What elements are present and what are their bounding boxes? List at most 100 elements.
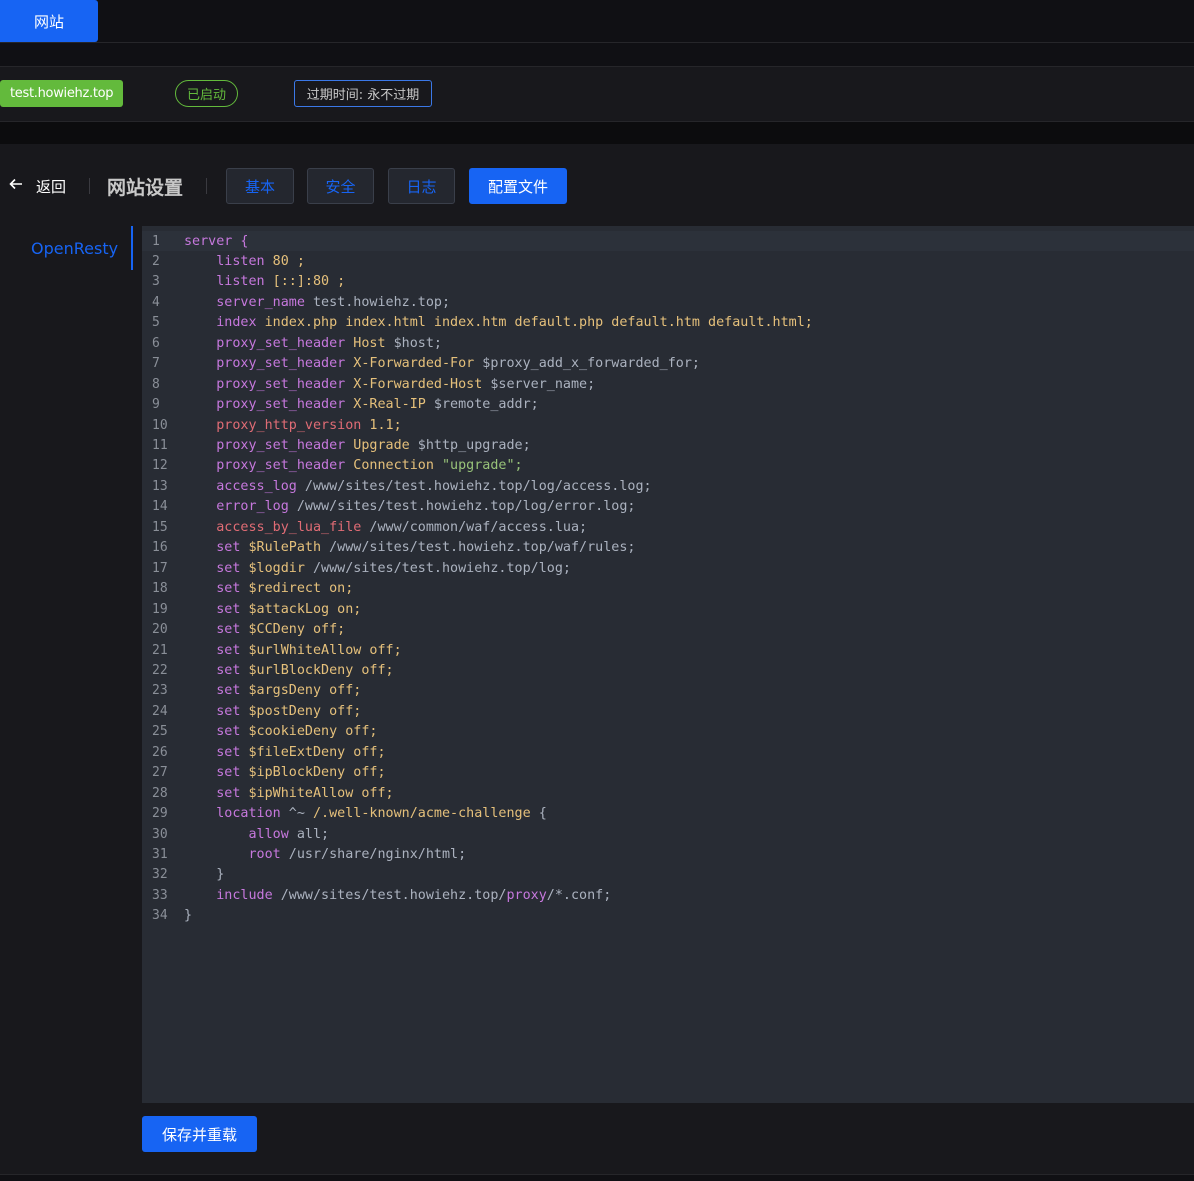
code-text: set $CCDeny off; (176, 622, 345, 637)
tab-websites[interactable]: 网站 (0, 0, 98, 42)
code-token: { (530, 806, 547, 822)
code-token: /.well-known/acme-challenge (304, 806, 531, 822)
code-token: off; (337, 724, 378, 740)
code-token: proxy_set_header (184, 335, 346, 351)
line-number: 15 (152, 519, 168, 535)
code-token: /*.conf; (546, 887, 612, 903)
expire-badge: 过期时间: 永不过期 (294, 80, 432, 107)
code-line: 3 listen [::]:80 ; (142, 272, 1194, 292)
code-token: access_log (184, 478, 297, 494)
line-number: 14 (152, 499, 168, 515)
line-number: 16 (152, 540, 168, 556)
line-number: 30 (152, 826, 168, 842)
code-token: set (184, 683, 241, 699)
code-line: 14 error_log /www/sites/test.howiehz.top… (142, 497, 1194, 517)
code-line: 8 proxy_set_header X-Forwarded-Host $ser… (142, 374, 1194, 394)
code-text: set $postDeny off; (176, 704, 361, 719)
code-token: index (184, 315, 257, 331)
code-token: Host (345, 335, 386, 351)
divider (89, 178, 90, 194)
code-token: error_log (184, 499, 289, 515)
code-token: root (184, 847, 281, 862)
code-token: access_by_lua_file (184, 519, 362, 535)
back-label: 返回 (36, 177, 67, 196)
footer-line (0, 1174, 1194, 1181)
code-token: set (184, 540, 241, 556)
code-token: off; (353, 785, 394, 801)
code-line: 20 set $CCDeny off; (142, 620, 1194, 640)
code-token: proxy_set_header (184, 356, 346, 372)
code-token: /www/sites/test.howiehz.top/log; (304, 560, 571, 576)
code-text: error_log /www/sites/test.howiehz.top/lo… (176, 499, 635, 514)
code-token: ^~ (280, 806, 305, 822)
code-token: $urlBlockDeny (240, 662, 354, 678)
code-line: 22 set $urlBlockDeny off; (142, 660, 1194, 680)
tab-basic[interactable]: 基本 (226, 168, 294, 204)
tab-logs[interactable]: 日志 (388, 168, 455, 204)
code-token: on; (329, 601, 362, 617)
line-number: 28 (152, 785, 168, 801)
code-token: off; (345, 744, 386, 760)
code-text: listen [::]:80 ; (176, 274, 345, 289)
code-token: off; (321, 703, 362, 719)
divider-strip (0, 43, 1194, 67)
code-text: proxy_http_version 1.1; (176, 418, 401, 433)
side-menu-item-openresty[interactable]: OpenResty (0, 226, 133, 270)
line-number: 21 (152, 642, 168, 658)
code-text: set $urlWhiteAllow off; (176, 642, 402, 658)
code-token: set (184, 662, 241, 678)
code-token: X-Forwarded-Host (345, 376, 483, 392)
line-number: 5 (152, 315, 160, 331)
code-editor[interactable]: 1 server {2 listen 80 ; 3 listen [::]:80 ;… (142, 226, 1194, 1103)
code-text: set $urlBlockDeny off; (176, 662, 394, 678)
line-number: 24 (152, 703, 168, 719)
divider-strip (0, 122, 1194, 144)
code-token: set (184, 622, 241, 638)
code-token: server { (184, 233, 249, 249)
code-line: 1 server { (142, 231, 1194, 251)
code-token: /www/sites/test.howiehz.top/waf/rules; (321, 540, 636, 556)
code-text: } (176, 908, 192, 923)
code-token: $http_upgrade; (409, 438, 531, 453)
code-token: set (184, 724, 241, 740)
domain-tag[interactable]: test.howiehz.top (0, 80, 124, 107)
code-line: 11 proxy_set_header Upgrade $http_upgrad… (142, 436, 1194, 456)
code-text: access_log /www/sites/test.howiehz.top/l… (176, 478, 651, 494)
line-number: 32 (152, 867, 168, 883)
code-token: $postDeny (240, 703, 322, 719)
code-token: set (184, 744, 241, 760)
code-token: /www/sites/test.howiehz.top/log/error.lo… (288, 499, 636, 515)
code-text: location ^~ /.well-known/acme-challenge … (176, 806, 547, 821)
code-token: $host; (385, 335, 442, 351)
code-token: set (184, 581, 241, 597)
code-text: root /usr/share/nginx/html; (176, 847, 466, 862)
tab-config-file[interactable]: 配置文件 (469, 168, 567, 204)
line-number: 20 (152, 622, 168, 638)
code-text: server { (176, 234, 249, 249)
line-number: 25 (152, 724, 168, 740)
code-text: set $cookieDeny off; (176, 724, 378, 740)
code-line: 16 set $RulePath /www/sites/test.howiehz… (142, 538, 1194, 558)
code-token: off; (361, 642, 402, 658)
code-line: 18 set $redirect on; (142, 579, 1194, 599)
code-line: 27 set $ipBlockDeny off; (142, 763, 1194, 783)
code-token: Upgrade (345, 438, 410, 453)
code-token: $RulePath (240, 540, 322, 556)
code-line: 7 proxy_set_header X-Forwarded-For $prox… (142, 354, 1194, 374)
code-text: set $ipBlockDeny off; (176, 765, 385, 781)
code-line: 2 listen 80 ; (142, 251, 1194, 271)
back-button[interactable]: 返回 (8, 170, 66, 202)
save-reload-button[interactable]: 保存并重载 (142, 1116, 257, 1152)
code-token: $ipBlockDeny (240, 765, 346, 781)
code-token: } (184, 908, 193, 924)
tab-security[interactable]: 安全 (307, 168, 374, 204)
code-line: 23 set $argsDeny off; (142, 681, 1194, 701)
code-text: index index.php index.html index.htm def… (176, 315, 813, 330)
code-line: 6 proxy_set_header Host $host; (142, 333, 1194, 353)
code-token: /www/common/waf/access.lua; (361, 519, 588, 535)
code-token: $ipWhiteAllow (240, 785, 354, 801)
code-token: $remote_addr; (425, 397, 539, 413)
code-token: off; (353, 662, 394, 678)
line-number: 7 (152, 356, 160, 372)
code-token: set (184, 765, 241, 781)
